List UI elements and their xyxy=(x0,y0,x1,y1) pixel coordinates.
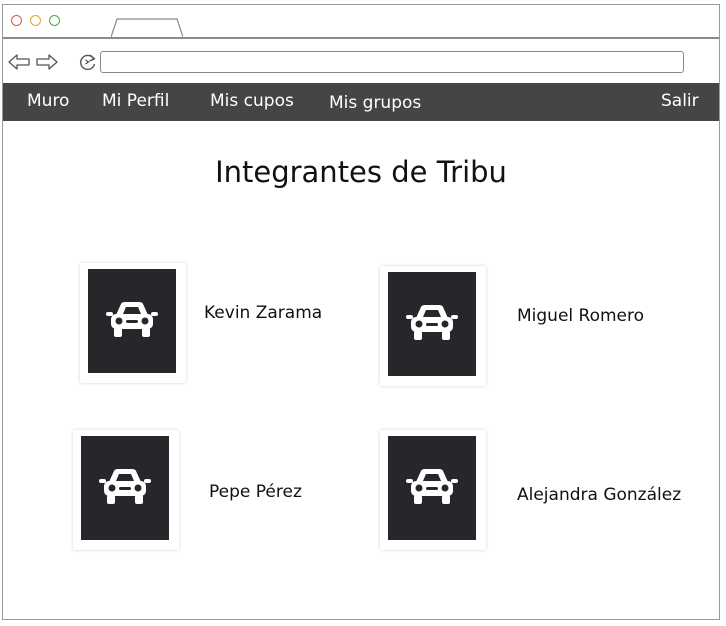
avatar-frame[interactable] xyxy=(380,430,486,550)
avatar xyxy=(388,436,476,540)
member-name[interactable]: Alejandra González xyxy=(517,485,681,505)
car-icon xyxy=(106,299,158,343)
avatar xyxy=(81,436,169,540)
avatar xyxy=(88,269,176,373)
avatar xyxy=(388,272,476,376)
page-title: Integrantes de Tribu xyxy=(215,155,507,189)
close-window-button[interactable] xyxy=(11,15,22,26)
reload-icon[interactable] xyxy=(78,52,98,72)
main-navbar: Muro Mi Perfil Mis cupos Mis grupos Sali… xyxy=(3,83,719,121)
member-name[interactable]: Pepe Pérez xyxy=(209,482,302,502)
member-name[interactable]: Kevin Zarama xyxy=(204,303,322,323)
avatar-frame[interactable] xyxy=(80,263,186,383)
nav-mis-grupos[interactable]: Mis grupos xyxy=(329,93,421,113)
nav-muro[interactable]: Muro xyxy=(27,91,69,111)
car-icon xyxy=(406,302,458,346)
address-bar-input[interactable] xyxy=(100,51,684,73)
maximize-window-button[interactable] xyxy=(49,15,60,26)
nav-mi-perfil[interactable]: Mi Perfil xyxy=(102,91,169,111)
nav-mis-cupos[interactable]: Mis cupos xyxy=(210,91,294,111)
arrow-left-icon[interactable] xyxy=(8,53,30,71)
member-name[interactable]: Miguel Romero xyxy=(517,306,644,326)
browser-titlebar xyxy=(3,5,719,39)
avatar-frame[interactable] xyxy=(73,430,179,550)
browser-tab[interactable] xyxy=(111,18,183,37)
browser-window: Muro Mi Perfil Mis cupos Mis grupos Sali… xyxy=(2,4,720,620)
logout-link[interactable]: Salir xyxy=(661,91,699,111)
arrow-right-icon[interactable] xyxy=(36,53,58,71)
minimize-window-button[interactable] xyxy=(30,15,41,26)
car-icon xyxy=(99,466,151,510)
car-icon xyxy=(406,466,458,510)
avatar-frame[interactable] xyxy=(380,266,486,386)
browser-toolbar xyxy=(3,39,719,83)
